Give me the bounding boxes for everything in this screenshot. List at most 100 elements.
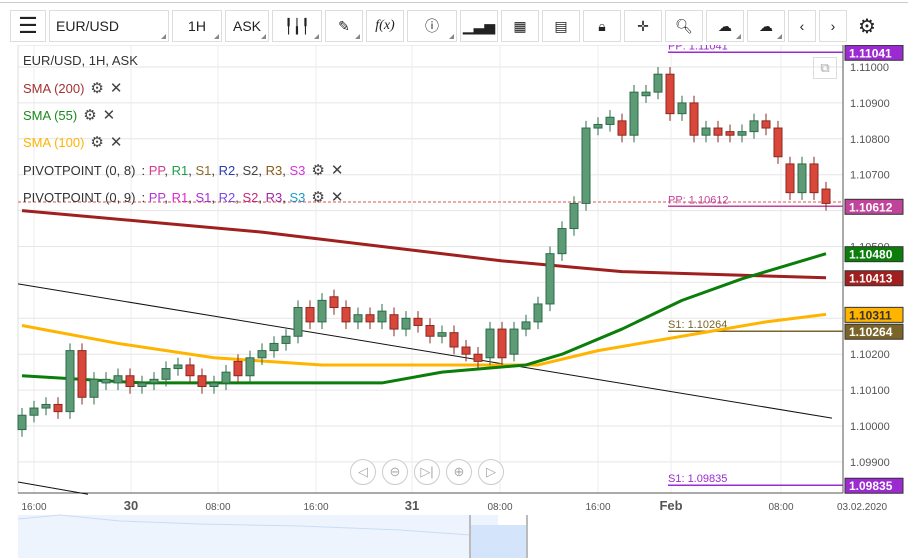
candle-up: [41, 403, 51, 409]
legend-title: EUR/USD, 1H, ASK: [23, 53, 138, 68]
candle-up: [65, 350, 75, 413]
info-button[interactable]: ⓘ: [407, 10, 457, 42]
candle-down: [785, 163, 795, 194]
pivot-item-s2: S2: [242, 162, 259, 178]
candle-down: [725, 131, 735, 136]
chart-type-button[interactable]: ╿╽╿: [272, 10, 322, 42]
function-button[interactable]: f(x): [366, 10, 404, 42]
scroll-end-button[interactable]: ▷|: [414, 459, 440, 485]
draw-button[interactable]: ✎: [325, 10, 363, 42]
candle-down: [125, 375, 135, 388]
expand-icon: ⧉: [820, 60, 830, 75]
candle-down: [761, 120, 771, 129]
crosshair-button[interactable]: ✛: [624, 10, 662, 42]
next-button[interactable]: ›: [819, 10, 847, 42]
pivot-level-label: PP: 1.11041: [668, 45, 728, 52]
candle-down: [773, 127, 783, 158]
price-type-select[interactable]: ASK: [225, 10, 269, 42]
report-icon: ▤: [554, 17, 568, 34]
gear-icon[interactable]: ⚙: [90, 133, 103, 151]
candle-up: [137, 382, 147, 388]
candle-down: [413, 317, 423, 326]
price-tick-label: 1.09900: [850, 457, 890, 469]
candle-down: [341, 307, 351, 323]
candle-up: [209, 382, 219, 388]
close-icon[interactable]: ✕: [110, 79, 123, 97]
candle-up: [29, 407, 39, 416]
prev-icon: ‹: [799, 18, 805, 34]
settings-button[interactable]: ⚙: [850, 10, 884, 42]
navigator: [17, 514, 528, 558]
candle-up: [161, 368, 171, 380]
candle-up: [749, 120, 759, 133]
upload-button[interactable]: ☁: [706, 10, 744, 42]
scroll-left-button[interactable]: ◁: [350, 459, 376, 485]
pivot-item-s1: S1: [195, 189, 212, 205]
prev-button[interactable]: ‹: [788, 10, 816, 42]
candle-up: [221, 371, 231, 384]
candle-up: [101, 378, 111, 384]
close-icon[interactable]: ✕: [331, 188, 344, 206]
symbol-select[interactable]: EUR/USD: [49, 10, 169, 42]
candle-up: [149, 378, 159, 384]
gear-icon[interactable]: ⚙: [311, 161, 324, 179]
info-icon: ⓘ: [425, 18, 439, 34]
price-tag: 1.09835: [849, 479, 893, 493]
interval-select[interactable]: 1H: [172, 10, 222, 42]
pivot1-items: : PP, R1, S1, R2, S2, R3, S3: [141, 162, 306, 178]
gear-icon[interactable]: ⚙: [90, 79, 103, 97]
expand-button[interactable]: ⧉: [813, 57, 837, 79]
candle-up: [437, 332, 447, 337]
scroll-right-button[interactable]: ▷: [478, 459, 504, 485]
close-icon[interactable]: ✕: [110, 133, 123, 151]
pivot-item-s2: S2: [242, 189, 259, 205]
candle-down: [473, 353, 483, 362]
candle-down: [305, 307, 315, 323]
volume-button[interactable]: ▁▃▅: [460, 10, 498, 42]
gear-icon[interactable]: ⚙: [311, 188, 324, 206]
download-button[interactable]: ☁: [747, 10, 785, 42]
candle-up: [293, 307, 303, 337]
pivot-item-r2: R2: [218, 162, 236, 178]
skip-end-icon: ▷|: [420, 464, 434, 479]
pivot-item-s1: S1: [195, 162, 212, 178]
close-icon[interactable]: ✕: [103, 106, 116, 124]
close-icon[interactable]: ✕: [331, 161, 344, 179]
price-tick-label: 1.10700: [850, 170, 890, 182]
candle-up: [245, 357, 255, 377]
candle-up: [533, 303, 543, 323]
toolbar: ☰ EUR/USD 1H ASK ╿╽╿ ✎ f(x) ⓘ ▁▃▅ ▦ ▤ 🔒︎…: [10, 10, 884, 44]
legend-pivot2: PIVOTPOINT (0, 9) : PP, R1, S1, R2, S2, …: [23, 188, 343, 206]
zoom-button[interactable]: 🔍︎: [665, 10, 703, 42]
price-type-value: ASK: [232, 18, 261, 34]
navigator-area: [18, 515, 498, 558]
gear-icon: ⚙: [858, 15, 876, 38]
pivot-item-pp: PP: [148, 189, 165, 205]
chart-nav: ◁ ⊖ ▷| ⊕ ▷: [350, 459, 504, 485]
time-tick-label: 03.02.2020: [837, 502, 887, 513]
triangle-left-icon: ◁: [358, 464, 368, 479]
calendar-button[interactable]: ▦: [501, 10, 539, 42]
candle-up: [677, 102, 687, 115]
legend-sma100: SMA (100) ⚙ ✕: [23, 133, 122, 151]
zoom-in-icon: ⊕: [453, 464, 465, 479]
lock-button[interactable]: 🔒︎: [583, 10, 621, 42]
sma200-label: SMA (200): [23, 80, 85, 96]
candle-up: [257, 350, 267, 359]
report-button[interactable]: ▤: [542, 10, 580, 42]
candle-up: [629, 91, 639, 136]
menu-button[interactable]: ☰: [10, 10, 46, 42]
price-tag: 1.10264: [849, 325, 893, 339]
candle-up: [89, 378, 99, 398]
zoom-out-icon: ⊖: [389, 464, 401, 479]
upload-icon: ☁: [718, 17, 732, 34]
candle-up: [485, 328, 495, 359]
candle-up: [605, 116, 615, 125]
pivot-level-label: PP: 1.10612: [668, 194, 729, 206]
zoom-in-button[interactable]: ⊕: [446, 459, 472, 485]
candle-down: [497, 328, 507, 359]
gear-icon[interactable]: ⚙: [83, 106, 96, 124]
navigator-window: [470, 525, 527, 558]
price-tag: 1.10612: [849, 200, 893, 214]
zoom-out-button[interactable]: ⊖: [382, 459, 408, 485]
